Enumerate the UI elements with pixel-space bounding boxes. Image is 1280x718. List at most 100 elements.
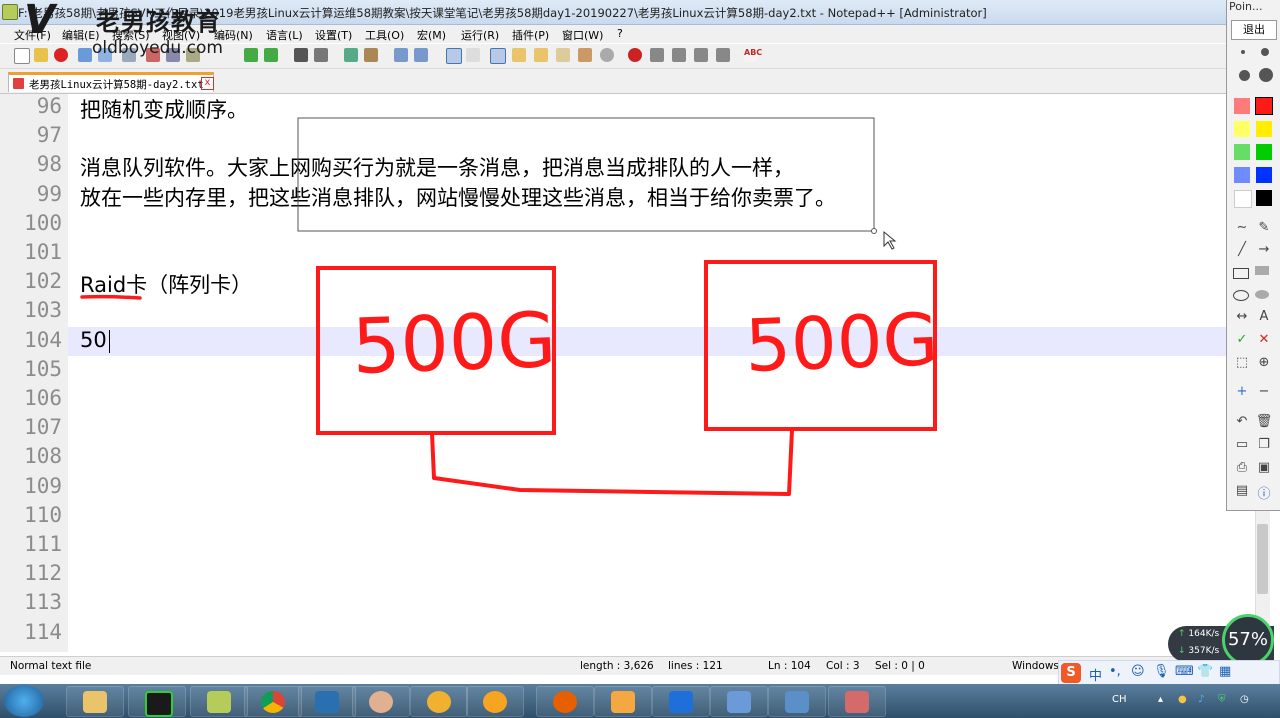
menu-help[interactable]: ? [617, 27, 623, 40]
freehand-icon[interactable]: ∼ [1233, 220, 1251, 235]
sogou-icon[interactable]: S [1061, 663, 1081, 683]
minus-icon[interactable]: − [1255, 384, 1273, 399]
menu-tools[interactable]: 工具(O) [365, 27, 404, 43]
color-yellow[interactable] [1256, 121, 1272, 137]
menu-language[interactable]: 语言(L) [266, 27, 303, 43]
ime-lang[interactable]: 中 [1089, 665, 1102, 684]
menu-settings[interactable]: 设置(T) [315, 27, 352, 43]
function-list-icon[interactable] [556, 48, 570, 62]
find-icon[interactable] [294, 48, 308, 62]
filled-rectangle-icon[interactable] [1255, 266, 1269, 275]
save-icon[interactable] [54, 48, 68, 62]
tray-expand-icon[interactable]: ▴ [1158, 694, 1163, 705]
cross-icon[interactable]: ✕ [1255, 332, 1273, 347]
toolbox-icon[interactable]: ▦ [1219, 664, 1231, 679]
plus-icon[interactable]: + [1233, 384, 1251, 399]
tray-shield-icon[interactable]: ⛨ [1218, 694, 1226, 705]
double-arrow-icon[interactable]: ↔ [1233, 309, 1251, 324]
marker-icon[interactable]: ✎ [1255, 220, 1273, 235]
taskbar-paint[interactable] [410, 686, 468, 717]
taskbar-notepadpp[interactable] [190, 686, 248, 717]
trash-icon[interactable]: 🗑 [1255, 414, 1273, 429]
taskbar-explorer[interactable] [66, 686, 124, 717]
code-line[interactable]: 消息队列软件。大家上网购买行为就是一条消息，把消息当成排队的人一样， [80, 152, 794, 182]
undo-icon[interactable] [244, 48, 258, 62]
spell-check-icon[interactable]: ABC [744, 48, 762, 62]
start-button[interactable] [4, 685, 44, 717]
color-light-green[interactable] [1234, 144, 1250, 160]
color-black[interactable] [1256, 190, 1272, 206]
tray-volume-icon[interactable]: ♪ [1198, 694, 1204, 705]
color-red[interactable] [1255, 97, 1273, 115]
zoom-tool-icon[interactable]: ⊕ [1255, 355, 1273, 370]
menu-run[interactable]: 运行(R) [461, 27, 499, 43]
color-light-yellow[interactable] [1234, 121, 1250, 137]
indent-guide-icon[interactable] [490, 48, 506, 64]
taskbar-network[interactable] [710, 686, 768, 717]
taskbar-app[interactable] [298, 686, 356, 717]
save-draw-icon[interactable]: ▣ [1255, 460, 1273, 475]
editor-pane[interactable]: 96 把随机变成顺序。 97 98 消息队列软件。大家上网购买行为就是一条消息，把消息当… [0, 94, 1255, 652]
taskbar-pycharm[interactable] [128, 686, 186, 717]
taskbar-app2[interactable] [594, 686, 652, 717]
color-green[interactable] [1256, 144, 1272, 160]
mic-icon[interactable]: 🎙 [1153, 664, 1170, 679]
keyboard-icon[interactable]: ⌨ [1175, 664, 1194, 679]
pointofix-exit-button[interactable]: 退出 [1231, 20, 1277, 40]
taskbar-pointofix[interactable] [828, 686, 886, 717]
scrollbar-thumb[interactable] [1257, 524, 1268, 594]
undo-draw-icon[interactable]: ↶ [1233, 414, 1251, 429]
pen-size-small[interactable] [1241, 50, 1245, 54]
info-icon[interactable]: ⓘ [1255, 483, 1273, 502]
save-macro-icon[interactable] [716, 48, 730, 62]
menu-macro[interactable]: 宏(M) [417, 27, 446, 43]
folder-workspace-icon[interactable] [578, 48, 592, 62]
check-icon[interactable]: ✓ [1233, 332, 1251, 347]
tray-qq-icon[interactable]: ● [1178, 694, 1187, 705]
code-line[interactable]: 50 [80, 328, 107, 352]
zoom-in-icon[interactable] [344, 48, 358, 62]
run-multiple-icon[interactable] [694, 48, 708, 62]
emoji-icon[interactable]: ☺ [1131, 664, 1145, 679]
select-area-icon[interactable]: ⬚ [1233, 355, 1251, 370]
replace-icon[interactable] [314, 48, 328, 62]
filled-ellipse-icon[interactable] [1255, 290, 1269, 299]
save-all-icon[interactable] [78, 48, 92, 62]
record-macro-icon[interactable] [628, 48, 642, 62]
line-icon[interactable]: ╱ [1233, 242, 1251, 257]
sync-scroll-icon[interactable] [394, 48, 408, 62]
color-white[interactable] [1234, 190, 1252, 208]
new-file-icon[interactable] [14, 48, 30, 64]
skin-icon[interactable]: 👕 [1197, 664, 1213, 679]
settings-draw-icon[interactable]: ▤ [1233, 483, 1251, 498]
taskbar-player[interactable] [466, 686, 524, 717]
tab-day2-file[interactable]: 老男孩Linux云计算58期-day2.txt x [8, 72, 214, 92]
cpu-gauge[interactable]: 57% [1222, 614, 1274, 666]
doc-map-icon[interactable] [534, 48, 548, 62]
monitor-icon[interactable] [600, 48, 614, 62]
ellipse-icon[interactable] [1233, 290, 1249, 301]
redo-icon[interactable] [264, 48, 278, 62]
arrow-icon[interactable]: → [1255, 242, 1273, 257]
copy-page-icon[interactable]: ❐ [1255, 437, 1273, 452]
play-macro-icon[interactable] [672, 48, 686, 62]
taskbar-remote[interactable] [768, 686, 826, 717]
punctuation-icon[interactable]: •, [1109, 664, 1121, 679]
taskbar-wps[interactable] [652, 686, 710, 717]
show-all-chars-icon[interactable] [466, 48, 480, 62]
color-light-red[interactable] [1234, 98, 1250, 114]
tab-close-button[interactable]: x [201, 77, 214, 90]
code-line[interactable]: Raid卡（阵列卡） [80, 269, 252, 299]
tray-lang[interactable]: CH [1112, 694, 1127, 705]
print-draw-icon[interactable]: ⎙ [1233, 460, 1251, 475]
taskbar-firefox[interactable] [536, 686, 594, 717]
color-light-blue[interactable] [1234, 167, 1250, 183]
open-file-icon[interactable] [34, 48, 48, 62]
lang-icon[interactable] [512, 48, 526, 62]
stop-macro-icon[interactable] [650, 48, 664, 62]
pen-size-large[interactable] [1239, 70, 1250, 81]
code-line[interactable]: 放在一些内存里，把这些消息排队，网站慢慢处理这些消息，相当于给你卖票了。 [80, 182, 836, 212]
pen-size-xlarge[interactable] [1259, 68, 1273, 82]
zoom-out-icon[interactable] [364, 48, 378, 62]
menu-window[interactable]: 窗口(W) [562, 27, 603, 43]
